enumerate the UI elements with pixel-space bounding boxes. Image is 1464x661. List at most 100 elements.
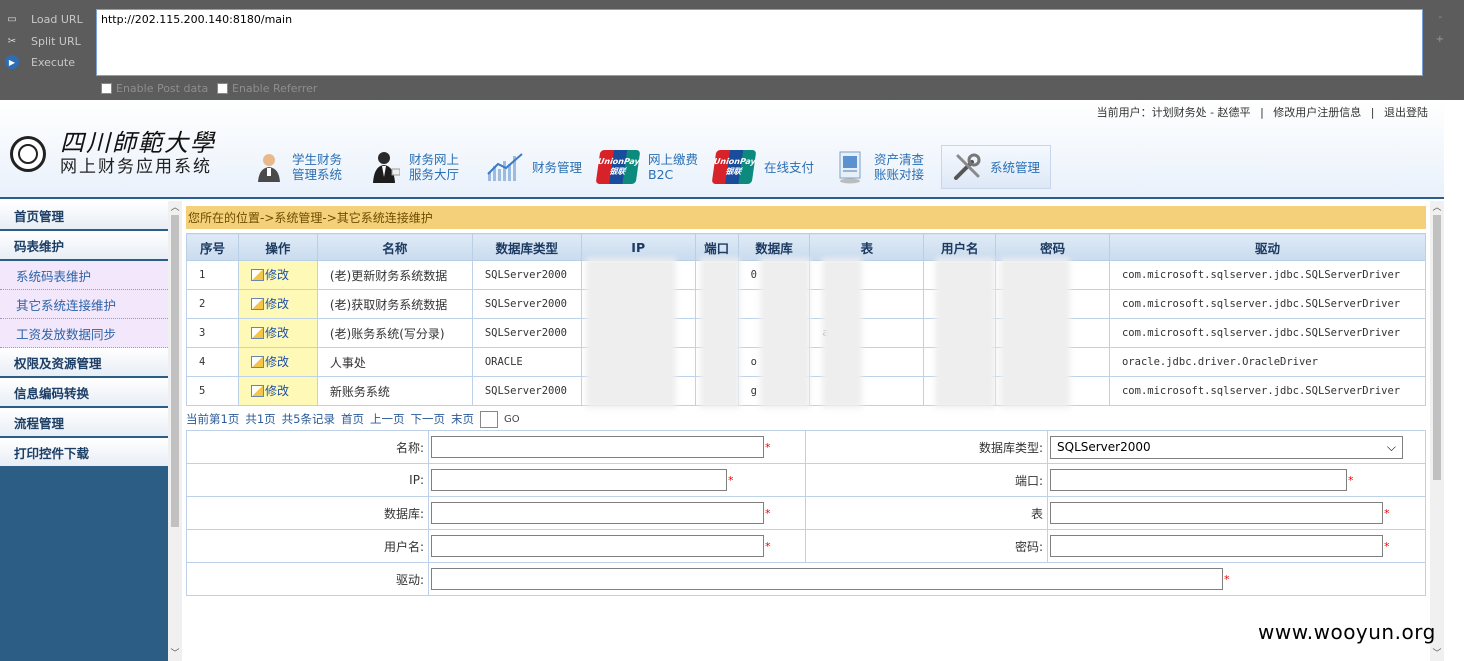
scroll-down-arrow[interactable]: ﹀ bbox=[1430, 647, 1444, 661]
cell-no: 3 bbox=[186, 318, 239, 348]
cell-driver: com.microsoft.sqlserver.jdbc.SQLServerDr… bbox=[1108, 376, 1427, 406]
change-registration-link[interactable]: 修改用户注册信息 bbox=[1273, 106, 1361, 119]
submenu-system-code-table[interactable]: 系统码表维护 bbox=[0, 261, 168, 290]
execute-button[interactable]: ▶ Execute bbox=[5, 53, 75, 71]
cell-action[interactable]: 修改 bbox=[237, 318, 318, 348]
redaction-blur bbox=[760, 258, 810, 408]
load-url-button[interactable]: ▭ Load URL bbox=[5, 10, 83, 28]
breadcrumb: 您所在的位置->系统管理->其它系统连接维护 bbox=[186, 206, 1426, 229]
pager-total-records: 共5条记录 bbox=[281, 412, 335, 426]
table-label: 表 bbox=[805, 496, 1048, 530]
url-input[interactable]: http://202.115.200.140:8180/main bbox=[96, 9, 1423, 76]
edit-link[interactable]: 修改 bbox=[250, 382, 289, 399]
cell-action[interactable]: 修改 bbox=[237, 376, 318, 406]
dbtype-select[interactable]: SQLServer2000 ⌵ bbox=[1050, 435, 1403, 459]
pager-first-link[interactable]: 首页 bbox=[341, 411, 364, 427]
pager-next-link[interactable]: 下一页 bbox=[410, 411, 445, 427]
scroll-down-arrow[interactable]: ﹀ bbox=[168, 647, 182, 661]
edit-link[interactable]: 修改 bbox=[250, 266, 289, 283]
edit-icon bbox=[250, 355, 264, 368]
scroll-up-arrow[interactable]: ︿ bbox=[168, 201, 182, 215]
nav-label: 在线支付 bbox=[764, 159, 815, 175]
edit-icon bbox=[250, 297, 264, 310]
page-number-input[interactable] bbox=[479, 410, 498, 428]
required-mark: * bbox=[728, 473, 734, 487]
cell-name: 人事处 bbox=[316, 347, 473, 377]
required-mark: * bbox=[765, 506, 771, 520]
main-scrollbar[interactable]: ︿ ﹀ bbox=[1430, 201, 1444, 661]
username-input[interactable] bbox=[431, 535, 764, 557]
nav-online-pay[interactable]: UnionPay 银联 在线支付 bbox=[711, 147, 815, 187]
load-url-label: Load URL bbox=[31, 12, 83, 26]
submenu-salary-sync[interactable]: 工资发放数据同步 bbox=[0, 319, 168, 348]
go-button[interactable]: GO bbox=[504, 414, 520, 425]
enable-referrer-checkbox[interactable]: Enable Referrer bbox=[217, 82, 317, 95]
menu-info-code-convert[interactable]: 信息编码转换 bbox=[0, 378, 168, 408]
finance-chart-icon bbox=[486, 152, 524, 182]
scroll-thumb[interactable] bbox=[1433, 215, 1441, 480]
username-label: 用户名: bbox=[186, 529, 429, 563]
edit-link[interactable]: 修改 bbox=[250, 295, 289, 312]
col-header-password: 密码 bbox=[995, 233, 1110, 261]
pager-prev-link[interactable]: 上一页 bbox=[370, 411, 405, 427]
menu-process-management[interactable]: 流程管理 bbox=[0, 408, 168, 438]
col-header-ip: IP bbox=[580, 233, 696, 261]
nav-system-management[interactable]: 系统管理 bbox=[941, 145, 1052, 189]
menu-permission-resource[interactable]: 权限及资源管理 bbox=[0, 348, 168, 378]
redaction-blur bbox=[1000, 258, 1070, 408]
checkbox-box[interactable] bbox=[101, 83, 112, 94]
cell-action[interactable]: 修改 bbox=[237, 260, 318, 290]
edit-link[interactable]: 修改 bbox=[250, 353, 289, 370]
cell-action[interactable]: 修改 bbox=[237, 289, 318, 319]
cell-dbtype: SQLServer2000 bbox=[471, 289, 582, 319]
nav-online-payment-b2c[interactable]: UnionPay 银联 网上缴费 B2C bbox=[595, 147, 698, 187]
current-user-text: 当前用户：计划财务处 - 赵德平 bbox=[1096, 106, 1251, 119]
cell-action[interactable]: 修改 bbox=[237, 347, 318, 377]
submenu-other-system-connection[interactable]: 其它系统连接维护 bbox=[0, 290, 168, 319]
redaction-blur bbox=[700, 258, 740, 408]
password-label: 密码: bbox=[805, 529, 1048, 563]
scroll-thumb[interactable] bbox=[171, 215, 179, 527]
increase-button[interactable]: + bbox=[1436, 34, 1444, 45]
decrease-button[interactable]: - bbox=[1438, 12, 1442, 23]
nav-student-finance[interactable]: 学生财务 管理系统 bbox=[254, 147, 342, 187]
port-input[interactable] bbox=[1050, 469, 1347, 491]
edit-link[interactable]: 修改 bbox=[250, 324, 289, 341]
nav-finance-service[interactable]: 财务网上 服务大厅 bbox=[371, 147, 459, 187]
table-input[interactable] bbox=[1050, 502, 1383, 524]
nav-asset-check[interactable]: 资产清查 账账对接 bbox=[836, 147, 924, 187]
checkbox-box[interactable] bbox=[217, 83, 228, 94]
nav-finance-management[interactable]: 财务管理 bbox=[486, 147, 582, 187]
pager-current: 当前第1页 bbox=[186, 412, 240, 426]
redaction-blur bbox=[935, 258, 995, 408]
nav-label: 系统管理 bbox=[990, 159, 1041, 175]
split-url-button[interactable]: ✂ Split URL bbox=[5, 32, 81, 50]
scroll-up-arrow[interactable]: ︿ bbox=[1430, 201, 1444, 215]
required-mark: * bbox=[1384, 539, 1390, 553]
password-input[interactable] bbox=[1050, 535, 1383, 557]
university-name: 四川師範大學 bbox=[60, 129, 216, 157]
required-mark: * bbox=[1348, 473, 1354, 487]
menu-print-control-download[interactable]: 打印控件下载 bbox=[0, 438, 168, 468]
driver-input[interactable] bbox=[431, 568, 1223, 590]
chevron-down-icon: ⌵ bbox=[1386, 439, 1396, 454]
unionpay-text: 银联 bbox=[724, 167, 742, 176]
enable-post-checkbox[interactable]: Enable Post data bbox=[101, 82, 208, 95]
pager-last-link[interactable]: 末页 bbox=[451, 411, 474, 427]
cell-driver: oracle.jdbc.driver.OracleDriver bbox=[1108, 347, 1427, 377]
ip-input[interactable] bbox=[431, 469, 727, 491]
required-mark: * bbox=[1384, 506, 1390, 520]
name-input[interactable] bbox=[431, 436, 764, 458]
nav-label: 财务网上 bbox=[409, 152, 460, 167]
service-person-icon bbox=[371, 152, 401, 183]
dbtype-label: 数据库类型: bbox=[805, 430, 1048, 464]
col-header-table: 表 bbox=[809, 233, 925, 261]
menu-code-table[interactable]: 码表维护 bbox=[0, 231, 168, 261]
sidebar-scrollbar[interactable]: ︿ ﹀ bbox=[168, 201, 182, 661]
cell-no: 5 bbox=[186, 376, 239, 406]
university-seal-icon bbox=[10, 136, 46, 172]
menu-home[interactable]: 首页管理 bbox=[0, 201, 168, 231]
logout-link[interactable]: 退出登陆 bbox=[1384, 106, 1428, 119]
enable-post-label: Enable Post data bbox=[116, 82, 209, 95]
database-input[interactable] bbox=[431, 502, 764, 524]
